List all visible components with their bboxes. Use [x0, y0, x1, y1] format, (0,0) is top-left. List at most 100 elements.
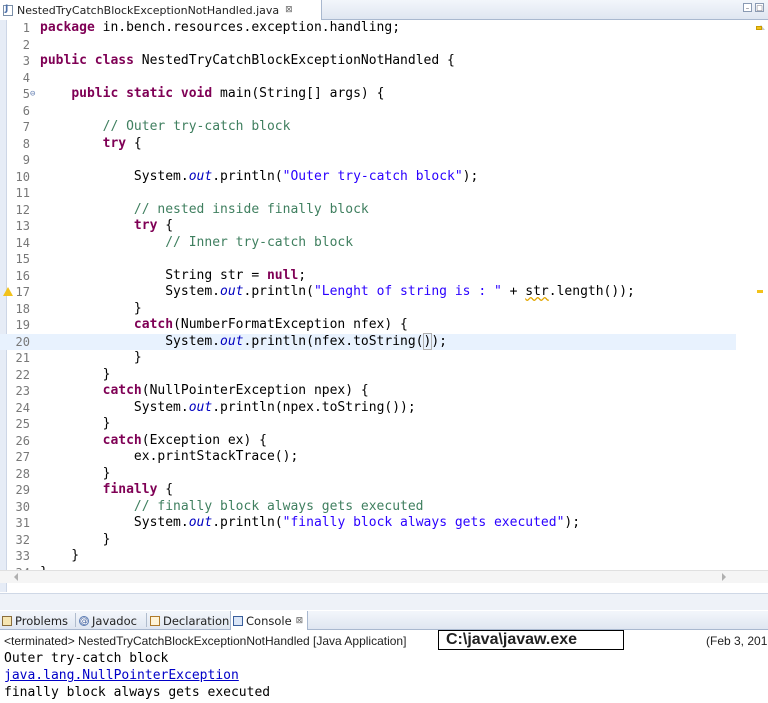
- line-number: 24: [15, 400, 30, 415]
- code-text: // Outer try-catch block: [40, 119, 291, 136]
- maximize-icon[interactable]: □: [755, 3, 764, 12]
- scroll-left-icon[interactable]: [14, 573, 18, 581]
- code-line[interactable]: 16 String str = null;: [0, 268, 736, 285]
- code-line[interactable]: 2: [0, 37, 736, 54]
- horizontal-scrollbar[interactable]: [0, 570, 768, 583]
- close-icon[interactable]: ⊠: [296, 616, 304, 626]
- code-token: null: [266, 267, 299, 283]
- warning-marker-icon[interactable]: [756, 26, 762, 30]
- editor-window-controls: – □: [743, 3, 764, 12]
- code-text: catch(NumberFormatException nfex) {: [40, 317, 408, 334]
- code-token: class: [94, 53, 134, 68]
- code-text: System.out.println(nfex.toString());: [40, 332, 447, 351]
- code-line[interactable]: 32 }: [0, 532, 736, 549]
- scroll-right-icon[interactable]: [722, 573, 726, 581]
- code-lines: 1 package in.bench.resources.exception.ha…: [0, 20, 736, 581]
- tab-declaration[interactable]: Declaration: [150, 611, 229, 630]
- code-line[interactable]: 22 }: [0, 367, 736, 384]
- code-line[interactable]: 28 }: [0, 466, 736, 483]
- code-token: );: [564, 515, 581, 530]
- code-token: public: [71, 86, 119, 101]
- code-line[interactable]: 13 try {: [0, 218, 736, 235]
- code-token: package: [40, 20, 95, 35]
- line-number: 20: [15, 334, 30, 349]
- code-line[interactable]: 21 }: [0, 350, 736, 367]
- code-token: out: [188, 399, 213, 415]
- code-token: try: [133, 218, 158, 233]
- terminated-label: <terminated> NestedTryCatchBlockExceptio…: [4, 634, 407, 648]
- code-text: System.out.println(npex.toString());: [40, 400, 416, 417]
- code-line[interactable]: 25 }: [0, 416, 736, 433]
- code-line[interactable]: 18 }: [0, 301, 736, 318]
- code-token: str: [525, 284, 549, 299]
- code-line[interactable]: 26 catch(Exception ex) {: [0, 433, 736, 450]
- code-token: main(String[] args) {: [212, 86, 385, 101]
- code-line[interactable]: 4: [0, 70, 736, 87]
- tab-javadoc[interactable]: @ Javadoc: [79, 611, 137, 630]
- code-line[interactable]: 24 System.out.println(npex.toString());: [0, 400, 736, 417]
- code-line[interactable]: 14 // Inner try-catch block: [0, 235, 736, 252]
- code-line[interactable]: 3 public class NestedTryCatchBlockExcepti…: [0, 53, 736, 70]
- code-line[interactable]: 12 // nested inside finally block: [0, 202, 736, 219]
- code-line[interactable]: 27 ex.printStackTrace();: [0, 449, 736, 466]
- warning-overview-marker[interactable]: [757, 290, 763, 293]
- close-icon[interactable]: ⊠: [285, 5, 293, 15]
- line-number: 18: [15, 301, 30, 316]
- editor-tab-file[interactable]: NestedTryCatchBlockExceptionNotHandled.j…: [0, 0, 322, 20]
- code-token: // Inner try-catch block: [165, 234, 354, 250]
- code-text: String str = null;: [40, 268, 306, 285]
- code-line[interactable]: 7 // Outer try-catch block: [0, 119, 736, 136]
- code-line[interactable]: 11: [0, 185, 736, 202]
- line-number: 2: [22, 37, 30, 52]
- console-line: finally block always gets executed: [4, 685, 271, 700]
- minimize-icon[interactable]: –: [743, 3, 752, 12]
- console-output[interactable]: <terminated> NestedTryCatchBlockExceptio…: [0, 630, 768, 703]
- code-token: void: [180, 86, 213, 101]
- code-line[interactable]: 20 System.out.println(nfex.toString());: [0, 332, 736, 351]
- code-token: {: [126, 135, 142, 151]
- code-line[interactable]: 1 package in.bench.resources.exception.ha…: [0, 20, 736, 37]
- code-line[interactable]: 10 System.out.println("Outer try-catch b…: [0, 169, 736, 186]
- console-exception-link[interactable]: java.lang.NullPointerException: [4, 668, 239, 683]
- code-text: // nested inside finally block: [40, 202, 369, 219]
- fold-toggle-icon[interactable]: ⊖: [30, 86, 35, 103]
- code-text: try {: [40, 136, 142, 153]
- code-line[interactable]: 23 catch(NullPointerException npex) {: [0, 383, 736, 400]
- code-token: // nested inside finally block: [133, 201, 369, 217]
- code-text: }: [40, 350, 142, 367]
- code-token: .println(: [212, 515, 283, 530]
- code-line[interactable]: 6: [0, 103, 736, 120]
- code-text: finally {: [40, 482, 173, 499]
- code-line[interactable]: 31 System.out.println("finally block alw…: [0, 515, 736, 532]
- line-number: 5: [22, 87, 30, 101]
- code-token: public: [40, 53, 87, 68]
- code-line[interactable]: 15: [0, 251, 736, 268]
- line-number: 12: [15, 202, 30, 217]
- code-line[interactable]: 33 }: [0, 548, 736, 565]
- tab-problems[interactable]: Problems: [2, 611, 68, 630]
- code-text: }: [40, 367, 111, 384]
- code-line[interactable]: 17 System.out.println("Lenght of string …: [0, 284, 736, 301]
- code-token: .println(: [212, 168, 283, 184]
- line-number: 16: [15, 268, 30, 283]
- code-editor[interactable]: 1 package in.bench.resources.exception.ha…: [0, 20, 768, 592]
- code-token: out: [188, 515, 213, 530]
- code-text: }: [40, 416, 111, 433]
- code-text: System.out.println("finally block always…: [40, 515, 580, 532]
- code-line[interactable]: 8 try {: [0, 136, 736, 153]
- line-number: 1: [22, 21, 30, 35]
- overview-ruler[interactable]: [736, 20, 768, 592]
- code-line[interactable]: 9: [0, 152, 736, 169]
- panel-divider[interactable]: [0, 593, 768, 610]
- code-line[interactable]: 5 ⊖ public static void main(String[] args…: [0, 86, 736, 103]
- tab-console[interactable]: Console ⊠: [230, 611, 309, 630]
- code-token: System.: [40, 515, 189, 530]
- line-number: 33: [15, 549, 30, 563]
- line-number: 7: [22, 120, 30, 134]
- code-line[interactable]: 30 // finally block always gets executed: [0, 499, 736, 516]
- code-line[interactable]: 29 finally {: [0, 482, 736, 499]
- code-line[interactable]: 19 catch(NumberFormatException nfex) {: [0, 317, 736, 334]
- code-token: ex.printStackTrace();: [40, 449, 299, 464]
